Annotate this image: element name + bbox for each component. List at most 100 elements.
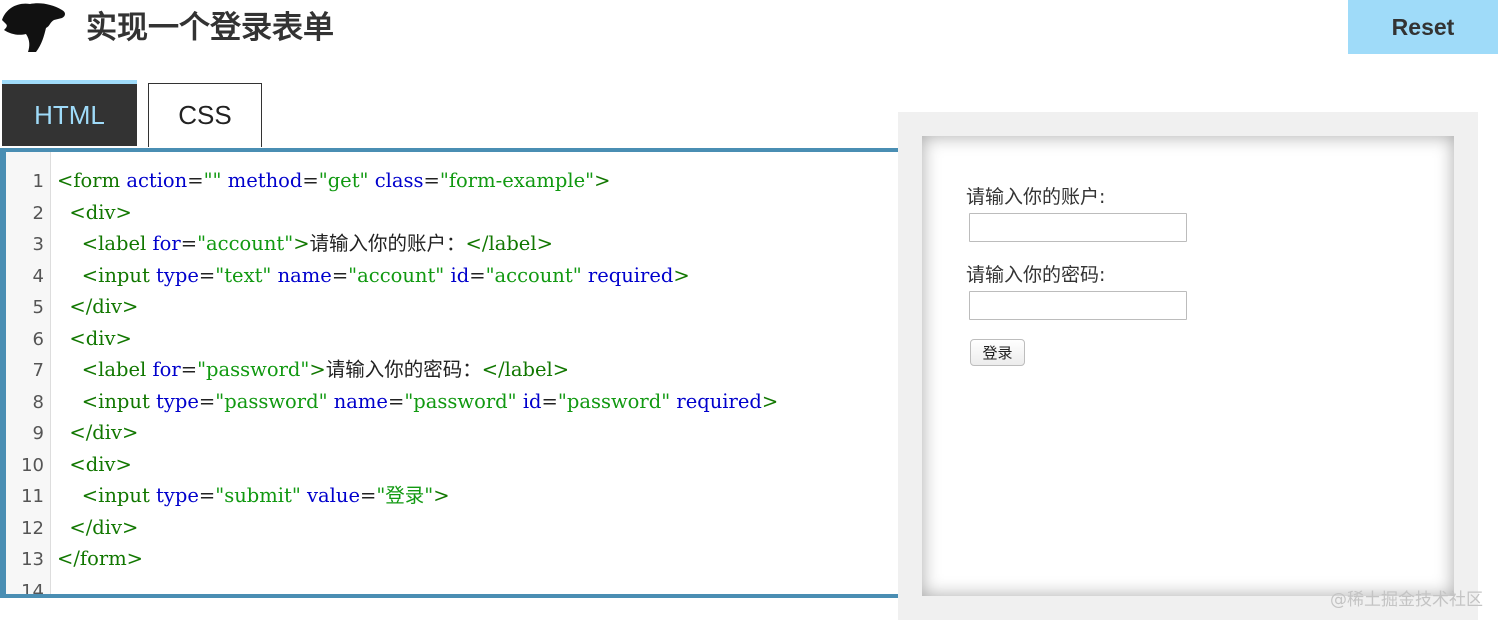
code-line: 2 <div> [6, 197, 900, 229]
code-token: "password" [557, 389, 677, 413]
line-number: 1 [32, 171, 44, 192]
code-lines: 1 <form action="" method="get" class="for… [6, 165, 900, 598]
code-token: > [309, 358, 326, 381]
code-token: = [331, 263, 349, 287]
code-line: 1 <form action="" method="get" class="for… [6, 165, 900, 197]
code-text: <label for="password">请输入你的密码：</label> [57, 354, 569, 386]
code-token: </label> [465, 232, 553, 255]
code-token: = [198, 389, 216, 413]
code-text: <input type="submit" value="登录"> [57, 480, 450, 512]
code-token: action [126, 169, 188, 192]
line-number: 2 [32, 202, 44, 224]
code-line: 13 </form> [6, 543, 900, 575]
code-token: <div> [57, 326, 132, 350]
code-token: </div> [57, 421, 139, 444]
code-line: 5 </div> [6, 291, 900, 323]
code-token: class [374, 169, 424, 192]
line-number: 7 [32, 360, 44, 381]
code-token: method [227, 169, 303, 192]
code-token: = [469, 263, 486, 287]
code-token: value [307, 484, 360, 507]
watermark: @稀土掘金技术社区 [1330, 590, 1483, 610]
code-token: "password" [215, 389, 334, 413]
code-text: <div> [57, 197, 132, 229]
page-title: 实现一个登录表单 [86, 10, 334, 46]
code-token: = [359, 484, 377, 507]
code-token: > [761, 389, 779, 413]
dinosaur-logo-icon [2, 3, 65, 52]
code-token: </div> [57, 515, 139, 539]
code-token: > [293, 232, 310, 255]
code-line: 9 </div> [6, 417, 900, 449]
password-input[interactable] [969, 291, 1187, 320]
line-number: 14 [21, 580, 44, 598]
code-token: <input [57, 263, 157, 287]
code-token: > [594, 169, 611, 192]
code-editor[interactable]: 1 <form action="" method="get" class="for… [0, 148, 900, 598]
code-token: <div> [57, 200, 132, 224]
code-token: for [152, 358, 181, 381]
code-token: type [156, 263, 199, 287]
code-token: = [180, 358, 198, 381]
account-input[interactable] [969, 213, 1187, 242]
code-line: 11 <input type="submit" value="登录"> [6, 480, 900, 512]
line-number: 8 [32, 391, 44, 413]
line-number: 10 [21, 454, 44, 476]
code-token: for [152, 232, 181, 255]
code-text: </form> [57, 543, 143, 575]
reset-button[interactable]: Reset [1348, 0, 1498, 54]
tab-html[interactable]: HTML [2, 80, 137, 146]
code-token: "get" [318, 169, 375, 192]
page: 实现一个登录表单 Reset HTML CSS 1 <form action=""… [0, 0, 1512, 627]
code-token: id [522, 389, 542, 413]
code-token: type [156, 484, 199, 507]
code-token: 请输入你的账户： [309, 232, 466, 255]
account-label: 请输入你的账户: [966, 186, 1106, 208]
code-token: <input [57, 389, 157, 413]
line-number: 12 [21, 517, 44, 539]
code-token: > [673, 263, 690, 287]
code-token: <label [57, 358, 153, 381]
code-line: 8 <input type="password" name="password"… [6, 386, 900, 418]
line-number: 6 [32, 328, 44, 350]
code-token: "account" [348, 263, 451, 287]
code-line: 6 <div> [6, 323, 900, 355]
code-token: </form> [57, 547, 144, 570]
code-token: required [587, 263, 674, 287]
code-text: <input type="password" name="password" i… [57, 386, 778, 418]
preview-pane: 请输入你的账户: 请输入你的密码: 登录 [922, 136, 1454, 596]
line-number: 9 [32, 423, 44, 444]
code-token: = [187, 169, 204, 192]
code-token: = [180, 232, 198, 255]
code-token: <div> [57, 452, 132, 476]
password-label: 请输入你的密码: [966, 264, 1106, 286]
code-text: <label for="account">请输入你的账户：</label> [57, 228, 553, 260]
code-token: <form [57, 169, 127, 192]
line-number: 13 [21, 549, 44, 570]
code-text: <div> [57, 323, 132, 355]
code-line: 4 <input type="text" name="account" id="… [6, 260, 900, 292]
line-number: 3 [32, 234, 44, 255]
code-token: </label> [481, 358, 570, 381]
code-token: "text" [215, 263, 278, 287]
code-text: <div> [57, 449, 132, 481]
code-token: <label [57, 232, 153, 255]
code-token: "password" [404, 389, 523, 413]
code-token: "登录" [376, 484, 434, 507]
code-token: "password" [197, 358, 310, 381]
code-token: name [333, 389, 388, 413]
code-token: = [302, 169, 319, 192]
code-line: 10 <div> [6, 449, 900, 481]
code-line: 3 <label for="account">请输入你的账户：</label> [6, 228, 900, 260]
code-text: </div> [57, 291, 138, 323]
code-token: id [450, 263, 470, 287]
code-token: type [156, 389, 199, 413]
code-token: = [198, 484, 216, 507]
code-token: "" [203, 169, 228, 192]
tab-css[interactable]: CSS [148, 83, 262, 147]
code-text: </div> [57, 417, 138, 449]
login-submit-button[interactable]: 登录 [970, 339, 1025, 366]
line-number: 4 [32, 265, 44, 287]
code-token: "account" [485, 263, 588, 287]
code-token: required [676, 389, 762, 413]
